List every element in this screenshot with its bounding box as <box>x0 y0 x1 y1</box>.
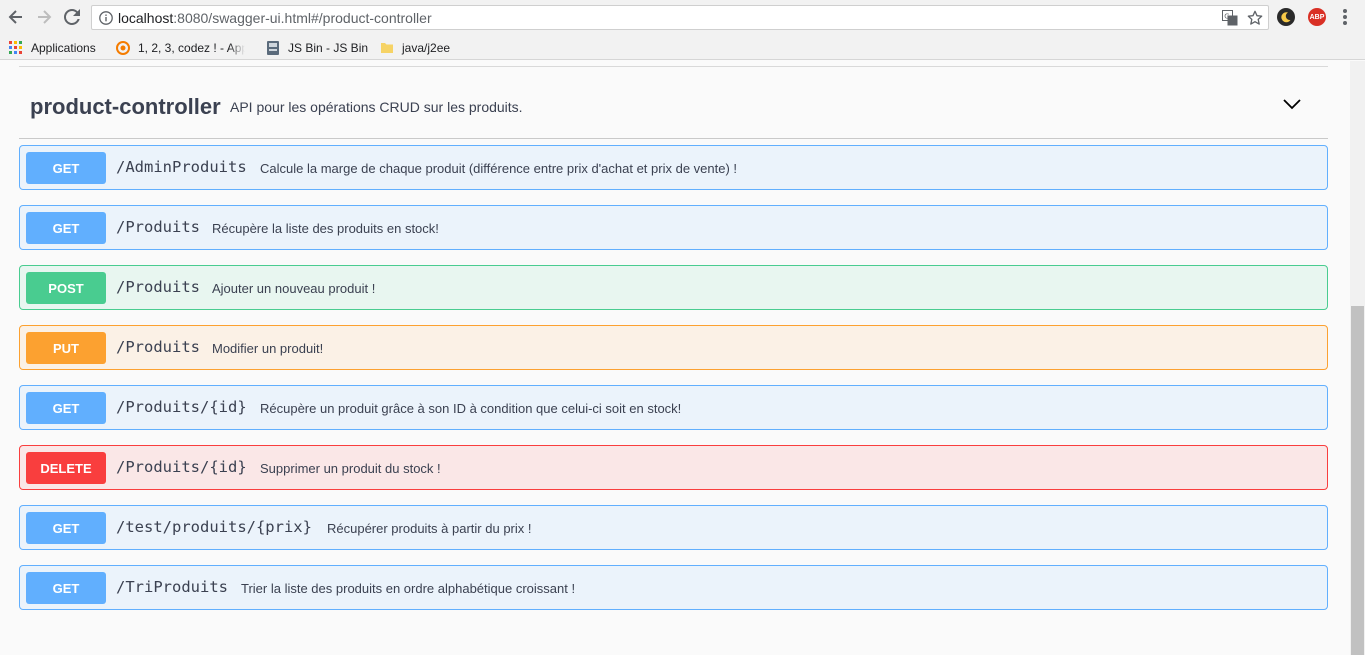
operation-summary: Modifier un produit! <box>212 341 324 356</box>
tag-description: API pour les opérations CRUD sur les pro… <box>230 99 523 115</box>
operation-path: /TriProduits <box>116 578 228 596</box>
method-badge: GET <box>26 212 106 244</box>
menu-icon[interactable] <box>1343 9 1347 25</box>
bookmark-label: 1, 2, 3, codez ! - App <box>138 40 245 55</box>
svg-text:G: G <box>1224 13 1229 21</box>
adblock-icon[interactable]: ABP <box>1308 8 1326 26</box>
operation-summary: Trier la liste des produits en ordre alp… <box>241 581 576 596</box>
operation-summary: Calcule la marge de chaque produit (diff… <box>260 161 738 176</box>
tag-name: product-controller <box>30 94 221 119</box>
operation-summary: Supprimer un produit du stock ! <box>260 461 441 476</box>
method-badge: DELETE <box>26 452 106 484</box>
back-button[interactable] <box>6 7 26 27</box>
forward-button[interactable] <box>34 7 54 27</box>
method-badge: GET <box>26 512 106 544</box>
star-icon[interactable] <box>1247 10 1263 26</box>
operation-get-produits[interactable]: GET /Produits Récupère la liste des prod… <box>19 205 1328 250</box>
operation-path: /Produits <box>116 218 200 236</box>
bookmark-label: JS Bin - JS Bin <box>288 40 369 55</box>
method-badge: GET <box>26 392 106 424</box>
url-host: localhost <box>118 10 174 26</box>
operation-path: /test/produits/{prix} <box>116 518 312 536</box>
folder-icon <box>381 42 393 53</box>
method-badge: PUT <box>26 332 106 364</box>
method-badge: GET <box>26 572 106 604</box>
method-badge: POST <box>26 272 106 304</box>
bookmark-applications[interactable]: Applications <box>9 39 96 56</box>
reload-icon <box>64 9 80 25</box>
arrow-left-icon <box>8 10 22 24</box>
tag-header[interactable]: product-controller API pour les opératio… <box>19 67 1328 139</box>
operation-summary: Récupère un produit grâce à son ID à con… <box>260 401 682 416</box>
operation-path: /AdminProduits <box>116 158 247 176</box>
operation-get-produit-by-id[interactable]: GET /Produits/{id} Récupère un produit g… <box>19 385 1328 430</box>
chevron-down-icon[interactable] <box>1282 97 1302 111</box>
operation-summary: Ajouter un nouveau produit ! <box>212 281 376 296</box>
scrollbar-thumb[interactable] <box>1351 306 1364 655</box>
moon-extension-icon[interactable] <box>1277 8 1295 26</box>
method-badge: GET <box>26 152 106 184</box>
address-url: localhost:8080/swagger-ui.html#/product-… <box>118 10 432 26</box>
operation-get-adminproduits[interactable]: GET /AdminProduits Calcule la marge de c… <box>19 145 1328 190</box>
swagger-page: product-controller API pour les opératio… <box>0 61 1350 655</box>
url-path: :8080/swagger-ui.html#/product-controlle… <box>173 10 432 26</box>
apps-grid-icon <box>9 40 22 54</box>
swirl-icon <box>116 40 130 55</box>
operation-summary: Récupérer produits à partir du prix ! <box>327 521 532 536</box>
jsbin-icon <box>267 40 279 55</box>
operation-path: /Produits <box>116 278 200 296</box>
operation-post-produits[interactable]: POST /Produits Ajouter un nouveau produi… <box>19 265 1328 310</box>
operation-get-test-produits-prix[interactable]: GET /test/produits/{prix} Récupérer prod… <box>19 505 1328 550</box>
operation-put-produits[interactable]: PUT /Produits Modifier un produit! <box>19 325 1328 370</box>
bookmark-jsbin[interactable]: JS Bin - JS Bin <box>266 39 368 56</box>
operation-path: /Produits/{id} <box>116 458 247 476</box>
bookmark-codez[interactable]: 1, 2, 3, codez ! - App <box>116 39 245 56</box>
operation-get-triproduits[interactable]: GET /TriProduits Trier la liste des prod… <box>19 565 1328 610</box>
operation-path: /Produits <box>116 338 200 356</box>
browser-toolbar: localhost:8080/swagger-ui.html#/product-… <box>0 0 1365 35</box>
operation-summary: Récupère la liste des produits en stock! <box>212 221 439 236</box>
reload-button[interactable] <box>62 7 82 27</box>
address-bar[interactable]: localhost:8080/swagger-ui.html#/product-… <box>91 5 1269 30</box>
bookmark-java[interactable]: java/j2ee <box>380 39 450 56</box>
bookmarks-bar: Applications 1, 2, 3, codez ! - App JS B… <box>0 35 1365 60</box>
bookmark-label: Applications <box>31 40 96 55</box>
operation-path: /Produits/{id} <box>116 398 247 416</box>
adblock-label: ABP <box>1309 13 1325 21</box>
info-icon <box>99 11 113 25</box>
operation-delete-produit[interactable]: DELETE /Produits/{id} Supprimer un produ… <box>19 445 1328 490</box>
bookmark-label: java/j2ee <box>402 40 451 55</box>
arrow-right-icon <box>38 10 52 24</box>
translate-icon[interactable]: G <box>1222 10 1238 26</box>
